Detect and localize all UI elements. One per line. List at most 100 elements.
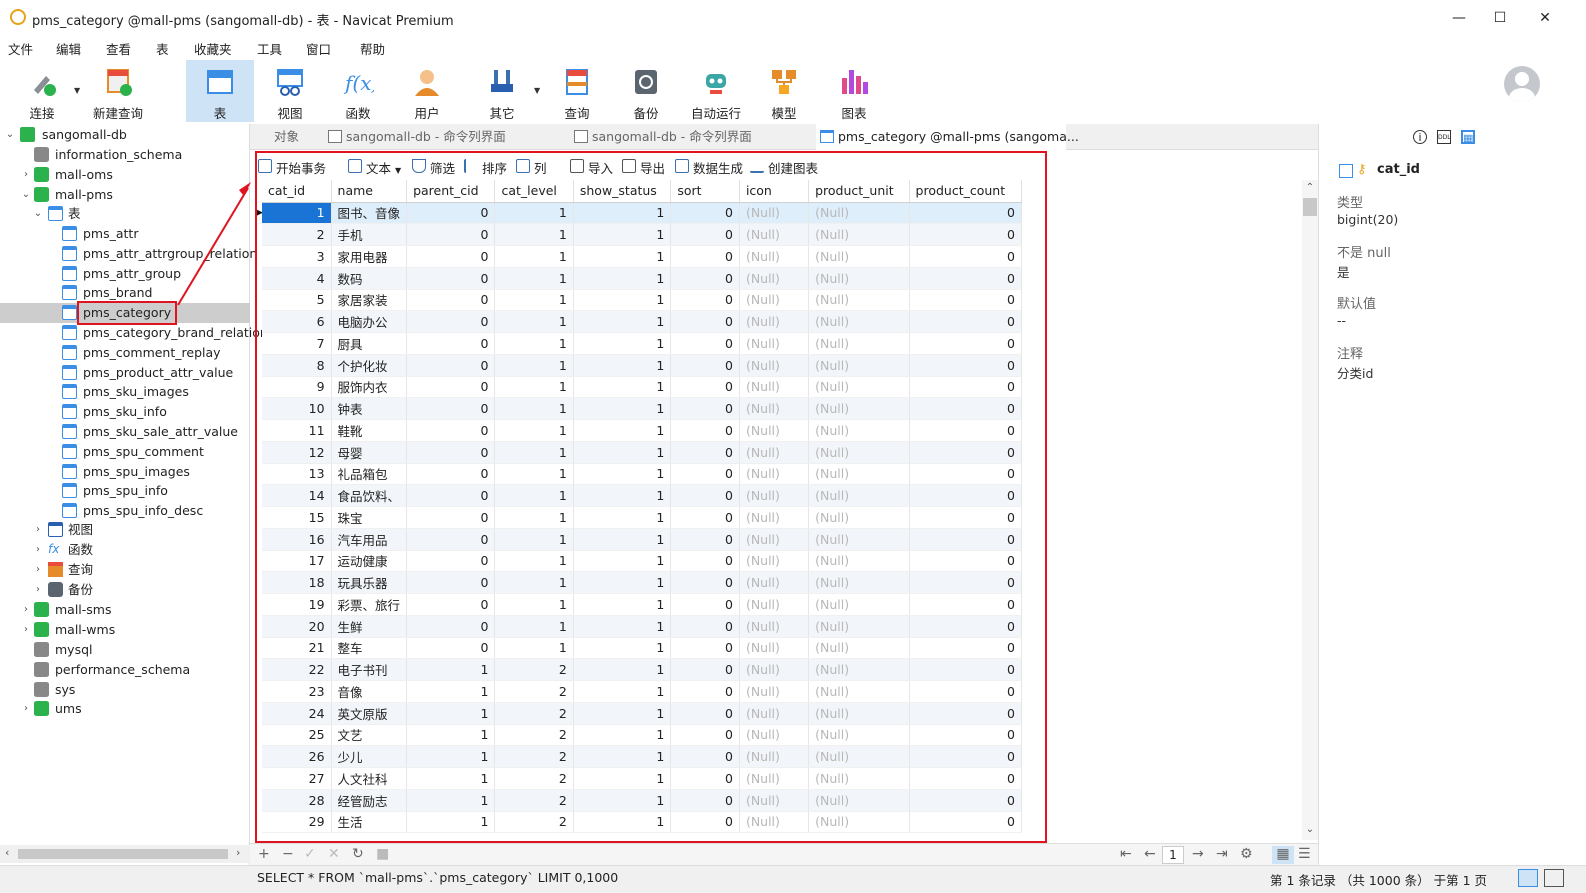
cell-parent-cid[interactable]: 0 [406, 506, 496, 529]
cell-sort[interactable]: 0 [670, 550, 740, 573]
other-button[interactable]: 其它 [470, 60, 534, 122]
cell-show-status[interactable]: 1 [573, 615, 672, 638]
cell-sort[interactable]: 0 [670, 528, 740, 551]
cell-show-status[interactable]: 1 [573, 745, 672, 768]
cell-product-count[interactable]: 0 [909, 289, 1023, 312]
cell-product-count[interactable]: 0 [909, 397, 1023, 420]
scroll-down-icon[interactable]: ⌄ [1302, 824, 1318, 835]
cell-sort[interactable]: 0 [670, 484, 740, 507]
cell-cat-level[interactable]: 1 [494, 441, 574, 464]
cell-name[interactable]: 电子书刊 [331, 658, 408, 681]
cell-cat-id[interactable]: 3 [262, 245, 332, 268]
cell-product-count[interactable]: 0 [909, 615, 1023, 638]
begin-transaction-button[interactable]: 开始事务 [258, 158, 326, 177]
cell-sort[interactable]: 0 [670, 397, 740, 420]
cell-cat-id[interactable]: 26 [262, 745, 332, 768]
cell-name[interactable]: 家居家装 [331, 289, 408, 312]
cell-cat-id[interactable]: 9 [262, 376, 332, 399]
cell-cat-level[interactable]: 1 [494, 550, 574, 573]
cell-product-count[interactable]: 0 [909, 637, 1023, 660]
cell-parent-cid[interactable]: 0 [406, 245, 496, 268]
maximize-button[interactable]: ☐ [1477, 6, 1523, 30]
cell-cat-id[interactable]: 1 [262, 202, 332, 225]
cell-icon[interactable]: (Null) [739, 484, 810, 507]
cell-show-status[interactable]: 1 [573, 550, 672, 573]
user-avatar[interactable] [1504, 66, 1540, 102]
cell-product-count[interactable]: 0 [909, 419, 1023, 442]
cell-parent-cid[interactable]: 1 [406, 702, 496, 725]
scroll-right-icon[interactable]: › [236, 846, 240, 859]
cell-show-status[interactable]: 1 [573, 397, 672, 420]
text-button[interactable]: 文本 ▼ [348, 158, 401, 177]
cell-show-status[interactable]: 1 [573, 767, 672, 790]
filter-button[interactable]: 筛选 [412, 158, 455, 177]
cell-product-unit[interactable]: (Null) [808, 724, 910, 747]
cell-sort[interactable]: 0 [670, 811, 740, 834]
cell-name[interactable]: 彩票、旅行 [331, 593, 408, 616]
chart-button[interactable]: 图表 [822, 60, 886, 122]
cell-cat-level[interactable]: 1 [494, 245, 574, 268]
cell-parent-cid[interactable]: 0 [406, 332, 496, 355]
cell-sort[interactable]: 0 [670, 310, 740, 333]
cell-parent-cid[interactable]: 0 [406, 463, 496, 486]
cell-product-count[interactable]: 0 [909, 571, 1023, 594]
cell-name[interactable]: 整车 [331, 637, 408, 660]
cell-icon[interactable]: (Null) [739, 310, 810, 333]
table-button[interactable]: 表 [186, 60, 254, 122]
cell-show-status[interactable]: 1 [573, 571, 672, 594]
cell-show-status[interactable]: 1 [573, 289, 672, 312]
cell-name[interactable]: 英文原版 [331, 702, 408, 725]
backup-button[interactable]: 备份 [614, 60, 678, 122]
cell-product-count[interactable]: 0 [909, 245, 1023, 268]
cell-sort[interactable]: 0 [670, 506, 740, 529]
view-button[interactable]: 视图 [258, 60, 322, 122]
cell-name[interactable]: 家用电器 [331, 245, 408, 268]
cell-parent-cid[interactable]: 0 [406, 419, 496, 442]
cell-icon[interactable]: (Null) [739, 658, 810, 681]
cell-sort[interactable]: 0 [670, 419, 740, 442]
cell-product-unit[interactable]: (Null) [808, 202, 910, 225]
cell-show-status[interactable]: 1 [573, 528, 672, 551]
chevron-right-icon[interactable]: › [20, 620, 32, 639]
cell-sort[interactable]: 0 [670, 332, 740, 355]
cell-product-count[interactable]: 0 [909, 680, 1023, 703]
cell-sort[interactable]: 0 [670, 202, 740, 225]
cell-product-unit[interactable]: (Null) [808, 267, 910, 290]
cell-show-status[interactable]: 1 [573, 724, 672, 747]
table-row[interactable]: 9 服饰内衣 0 1 1 0 (Null) (Null) 0 [262, 376, 1023, 399]
tab-console-2[interactable]: sangomall-db - 命令列界面 [570, 124, 814, 150]
cell-name[interactable]: 个护化妆 [331, 354, 408, 377]
cell-product-unit[interactable]: (Null) [808, 376, 910, 399]
column-header-parent-cid[interactable]: parent_cid [406, 180, 496, 203]
cell-parent-cid[interactable]: 0 [406, 376, 496, 399]
chevron-right-icon[interactable]: › [32, 580, 44, 599]
table-row[interactable]: 28 经管励志 1 2 1 0 (Null) (Null) 0 [262, 789, 1023, 812]
table-row[interactable]: 15 珠宝 0 1 1 0 (Null) (Null) 0 [262, 506, 1023, 529]
chevron-right-icon[interactable]: › [20, 165, 32, 184]
table-row[interactable]: 13 礼品箱包 0 1 1 0 (Null) (Null) 0 [262, 463, 1023, 486]
table-row[interactable]: 16 汽车用品 0 1 1 0 (Null) (Null) 0 [262, 528, 1023, 551]
cell-product-count[interactable]: 0 [909, 593, 1023, 616]
cell-product-unit[interactable]: (Null) [808, 680, 910, 703]
cell-cat-id[interactable]: 21 [262, 637, 332, 660]
cell-cat-level[interactable]: 1 [494, 354, 574, 377]
cell-cat-id[interactable]: 10 [262, 397, 332, 420]
cell-parent-cid[interactable]: 0 [406, 397, 496, 420]
cell-cat-level[interactable]: 2 [494, 767, 574, 790]
cell-show-status[interactable]: 1 [573, 811, 672, 834]
cell-product-count[interactable]: 0 [909, 376, 1023, 399]
cell-product-count[interactable]: 0 [909, 506, 1023, 529]
cell-icon[interactable]: (Null) [739, 571, 810, 594]
cell-cat-id[interactable]: 15 [262, 506, 332, 529]
cell-cat-id[interactable]: 13 [262, 463, 332, 486]
column-header-product-unit[interactable]: product_unit [808, 180, 910, 203]
cell-product-unit[interactable]: (Null) [808, 419, 910, 442]
table-row[interactable]: 11 鞋靴 0 1 1 0 (Null) (Null) 0 [262, 419, 1023, 442]
table-row[interactable]: 4 数码 0 1 1 0 (Null) (Null) 0 [262, 267, 1023, 290]
tab-pms-category[interactable]: pms_category @mall-pms (sangoma... [816, 124, 1079, 150]
first-page-icon[interactable]: ⇤ [1120, 846, 1132, 862]
cell-show-status[interactable]: 1 [573, 223, 672, 246]
cell-parent-cid[interactable]: 0 [406, 571, 496, 594]
scroll-left-icon[interactable]: ‹ [5, 846, 9, 859]
cell-cat-id[interactable]: 23 [262, 680, 332, 703]
